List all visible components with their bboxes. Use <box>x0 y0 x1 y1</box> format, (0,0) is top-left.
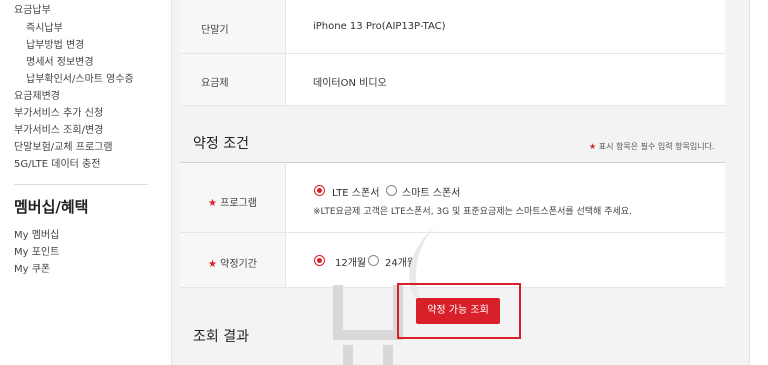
device-label: 단말기 <box>201 25 229 36</box>
sidebar-item-addon-view[interactable]: 부가서비스 조회/변경 <box>14 121 103 136</box>
required-note-text: 표시 항목은 필수 입력 항목입니다. <box>598 142 715 151</box>
sidebar-item-data-charge[interactable]: 5G/LTE 데이터 충전 <box>14 155 100 170</box>
plan-row: 요금제 데이터ON 비디오 <box>180 54 725 106</box>
program-required-star: ★ <box>208 198 217 209</box>
program-option-smart-sponsor[interactable]: 스마트 스폰서 <box>402 184 460 199</box>
device-row: 단말기 iPhone 13 Pro(AIP13P-TAC) <box>180 0 725 54</box>
required-star-icon: ★ <box>589 142 597 151</box>
result-section-title: 조회 결과 <box>193 329 249 345</box>
plan-label: 요금제 <box>201 78 229 89</box>
period-required-star: ★ <box>208 259 217 270</box>
sidebar-item-statement-info[interactable]: 명세서 정보변경 <box>26 53 94 68</box>
check-contract-button[interactable]: 약정 가능 조회 <box>416 298 500 324</box>
period-label-text: 약정기간 <box>220 259 257 270</box>
sidebar-item-my-membership[interactable]: My 멤버십 <box>14 226 59 241</box>
plan-value: 데이터ON 비디오 <box>313 78 387 89</box>
sidebar-item-addon-apply[interactable]: 부가서비스 추가 신청 <box>14 104 103 119</box>
device-value: iPhone 13 Pro(AIP13P-TAC) <box>313 21 446 32</box>
sidebar-item-payment-method[interactable]: 납부방법 변경 <box>26 36 84 51</box>
sidebar-item-instant-payment[interactable]: 즉시납부 <box>26 19 63 34</box>
sidebar-item-bill-payment[interactable]: 요금납부 <box>14 1 51 16</box>
sidebar-item-device-insurance[interactable]: 단말보험/교체 프로그램 <box>14 138 113 153</box>
sidebar-item-my-coupon[interactable]: My 쿠폰 <box>14 260 50 275</box>
plan-label-cell <box>180 54 286 105</box>
required-note: ★ 표시 항목은 필수 입력 항목입니다. <box>589 141 714 152</box>
sidebar-item-payment-receipt[interactable]: 납부확인서/스마트 영수증 <box>26 70 134 85</box>
program-radio-lte-sponsor[interactable] <box>314 185 325 196</box>
sidebar-divider <box>14 184 148 185</box>
program-option-lte-sponsor[interactable]: LTE 스폰서 <box>332 184 379 199</box>
device-label-cell <box>180 0 286 53</box>
program-label: ★ 프로그램 <box>208 194 257 209</box>
sidebar-item-plan-change[interactable]: 요금제변경 <box>14 87 60 102</box>
period-label: ★ 약정기간 <box>208 255 257 270</box>
program-radio-smart-sponsor[interactable] <box>386 185 397 196</box>
sidebar-item-my-point[interactable]: My 포인트 <box>14 243 59 258</box>
sidebar: 요금납부 즉시납부 납부방법 변경 명세서 정보변경 납부확인서/스마트 영수증… <box>0 0 170 365</box>
sidebar-heading-membership[interactable]: 멤버십/혜택 <box>14 196 88 217</box>
contract-section-title: 약정 조건 <box>193 136 249 152</box>
program-label-text: 프로그램 <box>220 198 257 209</box>
